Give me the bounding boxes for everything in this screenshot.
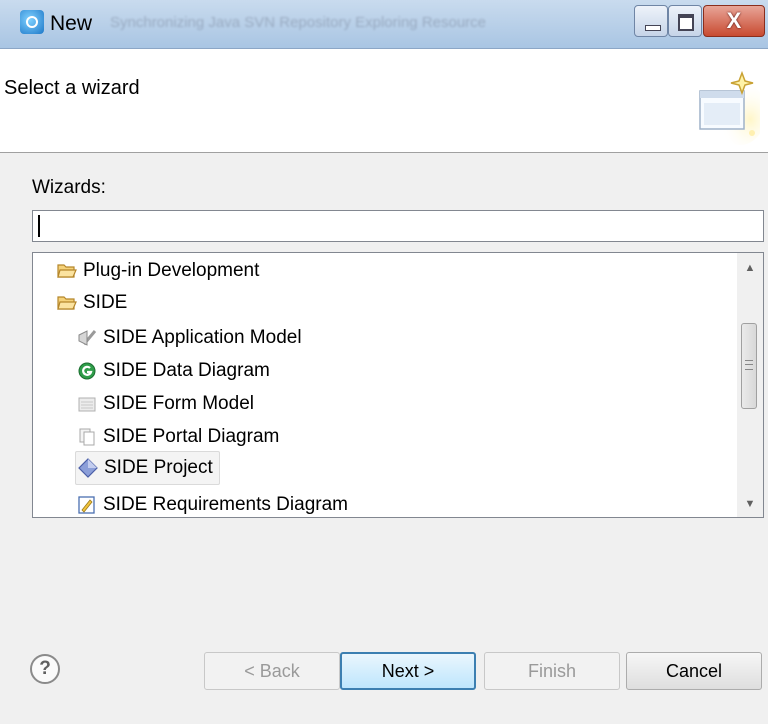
text-caret (38, 215, 40, 237)
button-bar: ? < Back Next > Finish Cancel (0, 640, 768, 724)
tree-item-label: SIDE Project (104, 457, 213, 478)
tree-item-side-application-model[interactable]: SIDE Application Model (77, 322, 302, 354)
next-button[interactable]: Next > (340, 652, 476, 690)
requirements-icon (78, 496, 95, 514)
scroll-thumb[interactable] (741, 323, 757, 409)
close-button[interactable]: X (703, 5, 765, 37)
tree-item-label: SIDE Requirements Diagram (103, 494, 348, 515)
eclipse-app-icon (20, 10, 44, 34)
scroll-up-icon[interactable]: ▲ (737, 255, 763, 281)
tree-scrollbar[interactable]: ▲ ▼ (737, 253, 763, 517)
checkmark-shield-icon (78, 330, 97, 346)
page-title: Select a wizard (4, 77, 140, 99)
tree-item-side[interactable]: SIDE (57, 287, 127, 319)
back-button[interactable]: < Back (204, 652, 340, 690)
tree-item-side-portal-diagram[interactable]: SIDE Portal Diagram (77, 421, 279, 453)
diamond-icon (78, 458, 98, 478)
title-bar[interactable]: New Synchronizing Java SVN Repository Ex… (0, 0, 768, 49)
tree-item-side-form-model[interactable]: SIDE Form Model (77, 388, 254, 420)
wizard-banner-icon (699, 70, 760, 145)
scroll-down-icon[interactable]: ▼ (737, 491, 763, 517)
tree-item-plugin-development[interactable]: Plug-in Development (57, 255, 259, 287)
cancel-button[interactable]: Cancel (626, 652, 762, 690)
help-button[interactable]: ? (30, 654, 60, 684)
maximize-button[interactable] (668, 5, 702, 37)
tree-item-side-project[interactable]: SIDE Project (75, 451, 220, 485)
tree-item-label: Plug-in Development (83, 260, 260, 281)
tree-item-side-requirements-diagram[interactable]: SIDE Requirements Diagram (77, 489, 348, 517)
green-circle-icon (78, 362, 96, 380)
tree-item-side-data-diagram[interactable]: SIDE Data Diagram (77, 355, 270, 387)
wizard-header: Select a wizard (0, 49, 768, 153)
new-wizard-dialog: New Synchronizing Java SVN Repository Ex… (0, 0, 768, 724)
finish-button[interactable]: Finish (484, 652, 620, 690)
wizards-label: Wizards: (32, 177, 106, 198)
tree-item-label: SIDE Form Model (103, 393, 254, 414)
tree-item-label: SIDE Portal Diagram (103, 426, 280, 447)
folder-open-icon (57, 296, 77, 310)
tree-item-label: SIDE (83, 292, 128, 313)
close-icon: X (726, 8, 742, 33)
minimize-button[interactable] (634, 5, 668, 37)
folder-icon (57, 264, 77, 278)
wizard-filter-input[interactable] (32, 210, 764, 242)
pages-icon (79, 428, 95, 446)
tree-item-label: SIDE Data Diagram (103, 360, 270, 381)
wizard-tree[interactable]: Plug-in Development SIDE SIDE Applicatio… (32, 252, 764, 518)
tree-item-label: SIDE Application Model (103, 327, 302, 348)
form-icon (78, 397, 96, 412)
window-title: New (50, 12, 93, 35)
background-perspective-tabs: Synchronizing Java SVN Repository Explor… (110, 14, 487, 31)
